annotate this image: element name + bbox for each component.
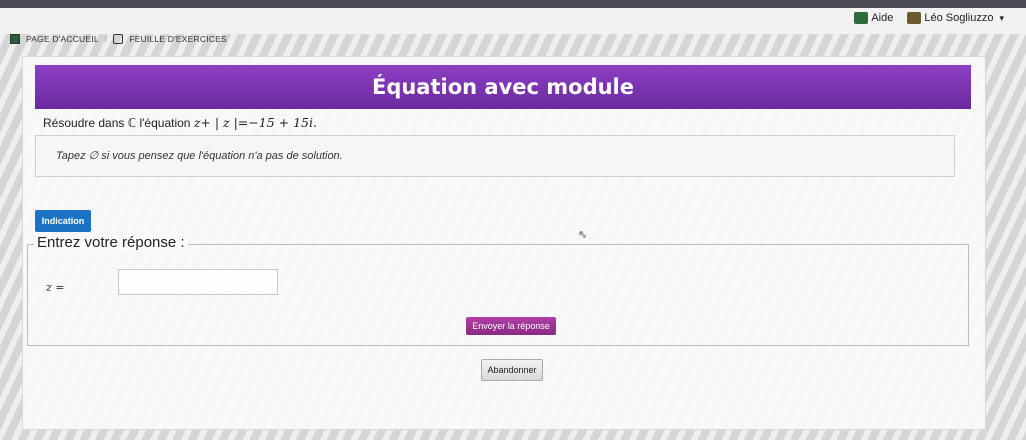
worksheet-icon xyxy=(113,34,124,44)
question-prefix: Résoudre dans xyxy=(43,116,125,130)
mouse-cursor-icon: ⇖ xyxy=(578,229,588,241)
home-icon xyxy=(10,34,20,44)
top-links: Aide Léo Sogliuzzo ▾ xyxy=(854,12,1004,24)
submit-answer-button[interactable]: Envoyer la réponse xyxy=(466,317,556,335)
window-top-strip xyxy=(0,0,1026,8)
breadcrumb-worksheet[interactable]: FEUILLE D'EXERCICES xyxy=(129,34,227,44)
user-avatar-icon xyxy=(907,12,922,24)
exercise-title-bar: Équation avec module xyxy=(35,65,971,109)
z-answer-input[interactable] xyxy=(118,269,278,295)
breadcrumb-home[interactable]: PAGE D'ACCUEIL xyxy=(26,34,99,44)
breadcrumb: PAGE D'ACCUEIL / FEUILLE D'EXERCICES xyxy=(10,34,227,44)
question-text: Résoudre dans ℂ l'équation z+ | z |=−15 … xyxy=(43,115,317,130)
indication-button[interactable]: Indication xyxy=(35,210,91,232)
answer-legend: Entrez votre réponse : xyxy=(34,234,188,251)
breadcrumb-separator: / xyxy=(104,34,108,44)
user-menu[interactable]: Léo Sogliuzzo ▾ xyxy=(907,12,1004,24)
help-label: Aide xyxy=(871,12,894,24)
help-link[interactable]: Aide xyxy=(854,12,893,24)
question-equation: z+ | z |=−15 + 15i. xyxy=(193,115,317,130)
z-label: z = xyxy=(46,281,65,294)
question-mid: l'équation xyxy=(139,116,191,130)
user-name: Léo Sogliuzzo xyxy=(924,12,994,24)
help-icon xyxy=(854,12,869,24)
page-title: Équation avec module xyxy=(371,75,635,99)
hint-text: Tapez ∅ si vous pensez que l'équation n'… xyxy=(56,150,343,162)
exercise-panel: Équation avec module Résoudre dans ℂ l'é… xyxy=(22,56,986,430)
complex-set-symbol: ℂ xyxy=(127,116,137,130)
abandon-button[interactable]: Abandonner xyxy=(481,359,543,381)
chevron-down-icon: ▾ xyxy=(999,12,1004,23)
hint-box: Tapez ∅ si vous pensez que l'équation n'… xyxy=(35,135,955,177)
answer-fieldset: Entrez votre réponse : z = Envoyer la ré… xyxy=(27,234,969,346)
